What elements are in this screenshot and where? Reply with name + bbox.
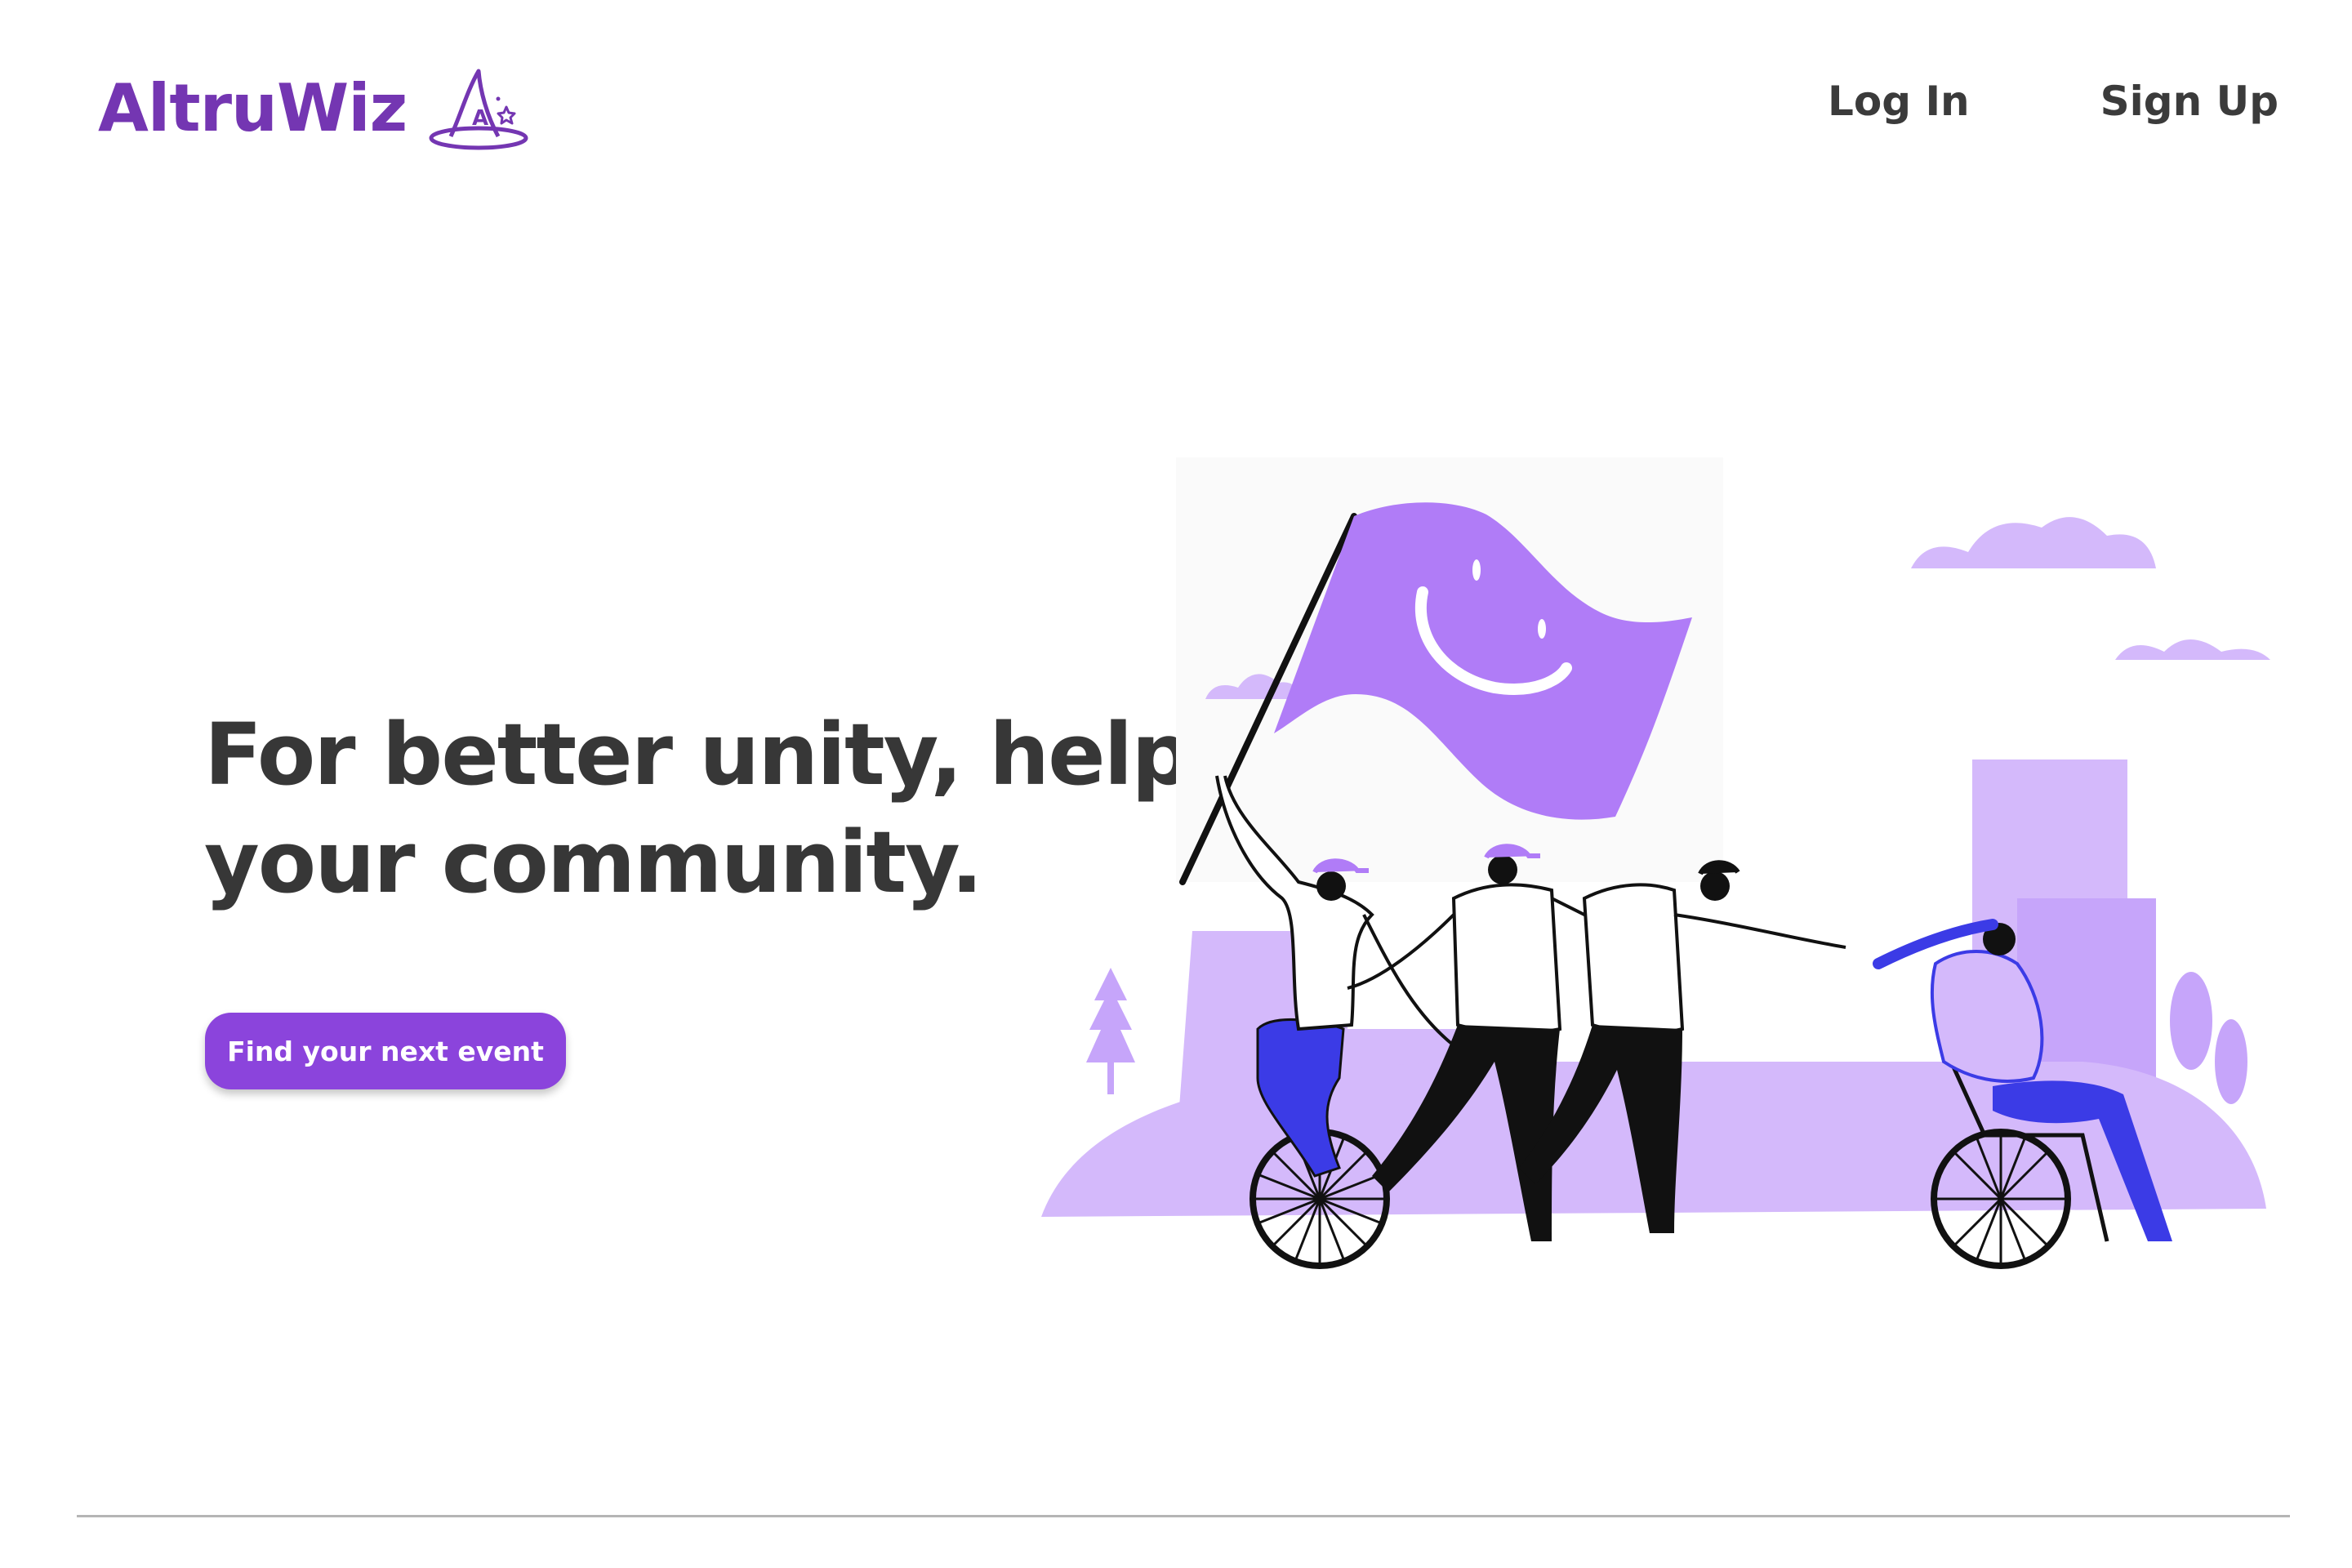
landing-page: AltruWiz A Log In Sign Up For better uni… <box>0 0 2352 1568</box>
tree-trunk <box>1107 1062 1114 1094</box>
logo[interactable]: AltruWiz A <box>98 64 529 154</box>
logo-text: AltruWiz <box>98 70 408 146</box>
find-event-button[interactable]: Find your next event <box>205 1013 566 1089</box>
tree <box>2170 972 2212 1070</box>
top-nav: Log In Sign Up <box>1828 77 2278 126</box>
flag-eye <box>1472 559 1481 581</box>
login-link[interactable]: Log In <box>1828 77 1970 126</box>
flag-eye <box>1538 619 1546 639</box>
wizard-hat-icon: A <box>429 69 528 150</box>
cloud <box>2115 639 2270 660</box>
pine-tree <box>1086 968 1135 1062</box>
signup-link[interactable]: Sign Up <box>2100 77 2278 126</box>
cloud <box>1911 517 2156 568</box>
svg-text:A: A <box>472 106 488 131</box>
community-parade-illustration <box>1041 457 2270 1269</box>
footer-divider <box>77 1515 2290 1517</box>
tree <box>2215 1019 2247 1104</box>
